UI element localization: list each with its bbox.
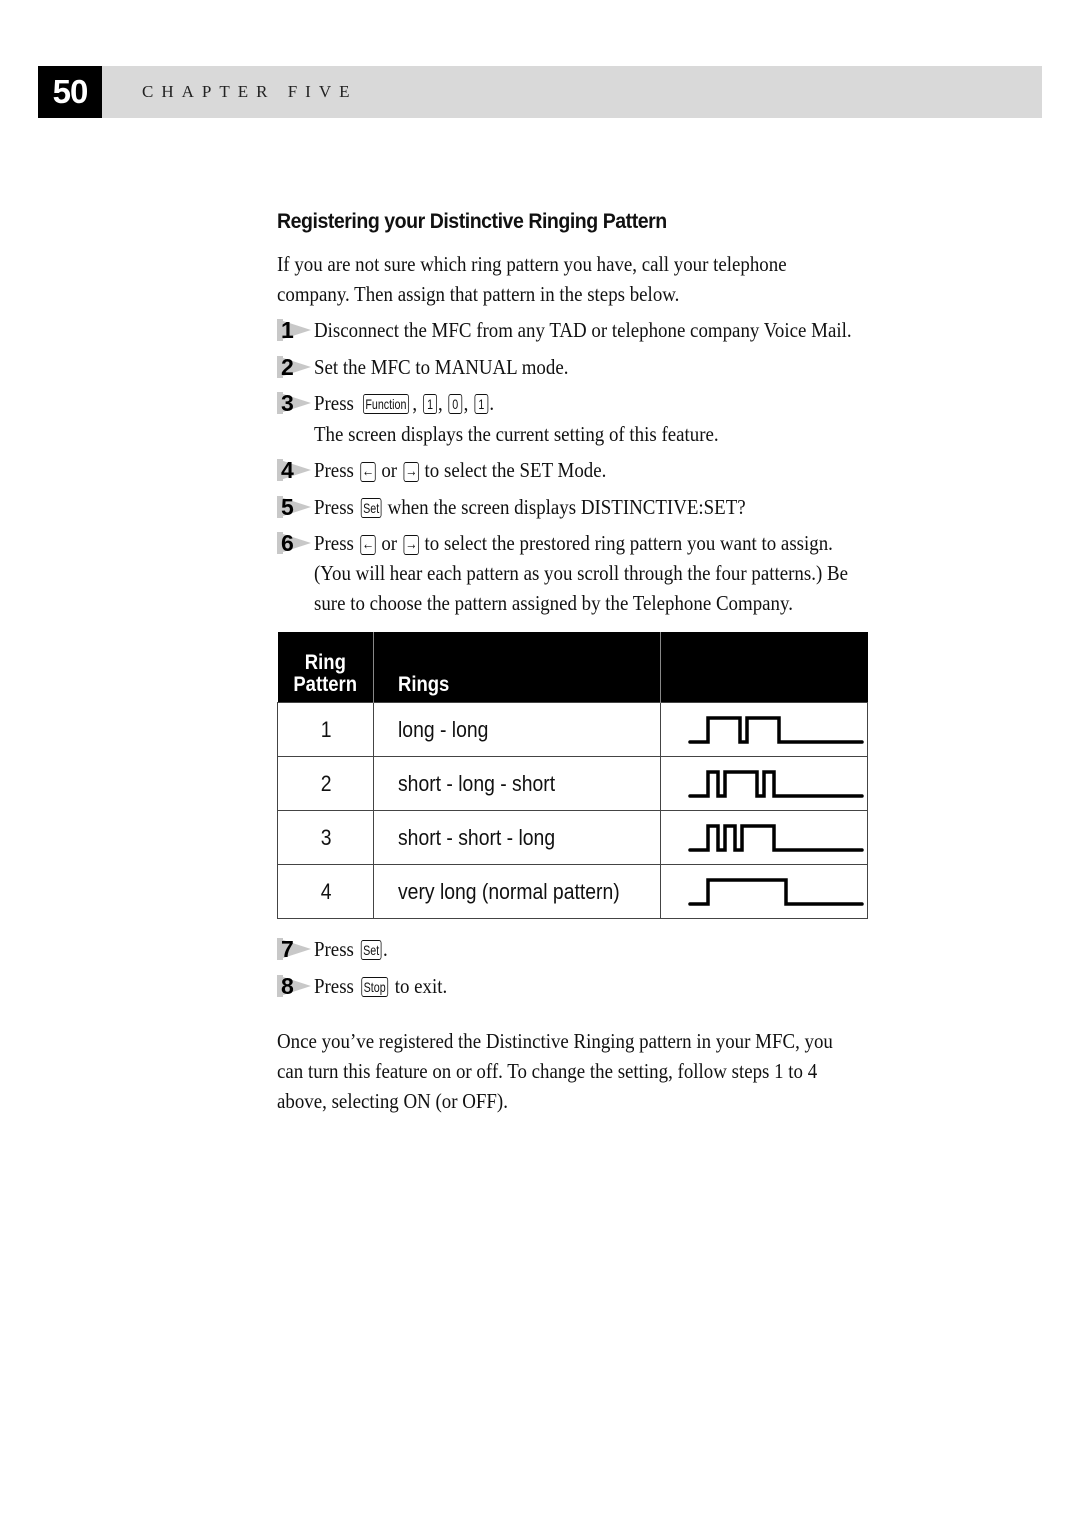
ring-waveform-icon — [688, 823, 864, 852]
section-title: Registering your Distinctive Ringing Pat… — [277, 210, 667, 233]
intro-line-1: If you are not sure which ring pattern y… — [277, 252, 787, 276]
ring-waveform-icon — [688, 877, 864, 906]
step-6-line-2: (You will hear each pattern as you scrol… — [314, 561, 848, 585]
left-arrow-key-icon: ← — [359, 462, 376, 482]
key-1: 1 — [423, 394, 437, 414]
page-number: 50 — [38, 66, 102, 118]
intro-line-2: company. Then assign that pattern in the… — [277, 282, 680, 306]
set-key: Set — [360, 940, 382, 960]
ring-waveform-icon — [688, 769, 864, 798]
step-text: Set the MFC to MANUAL mode. — [314, 355, 569, 379]
ring-pattern-table: Ring Pattern Rings 1 long - long 2 short … — [276, 632, 868, 919]
waveform-cell — [660, 756, 868, 811]
table-row: 3 short - short - long — [276, 810, 868, 865]
table-row: 2 short - long - short — [276, 756, 868, 811]
table-row: 4 very long (normal pattern) — [276, 864, 868, 919]
waveform-line — [688, 877, 864, 906]
step-text: Disconnect the MFC from any TAD or telep… — [314, 318, 852, 342]
step-number-badge: 3 — [277, 388, 311, 418]
chapter-title: CHAPTER FIVE — [142, 82, 358, 101]
pattern-number: 3 — [276, 810, 375, 865]
step-number-badge: 4 — [277, 455, 311, 485]
stop-key: Stop — [360, 977, 388, 997]
step-number-badge: 2 — [277, 352, 311, 382]
step-text: Press Function, 1, 0, 1. — [314, 391, 495, 415]
left-arrow-key-icon: ← — [359, 535, 376, 555]
step-3-note: The screen displays the current setting … — [314, 422, 719, 446]
table-row: 1 long - long — [276, 702, 868, 757]
right-arrow-key-icon: → — [403, 535, 419, 555]
waveform-line — [688, 715, 864, 744]
step-6-line-3: sure to choose the pattern assigned by t… — [314, 591, 793, 615]
step-number-badge: 1 — [277, 315, 311, 345]
closing-line-2: can turn this feature on or off. To chan… — [277, 1059, 818, 1083]
ring-waveform-icon — [688, 715, 864, 744]
step-number-badge: 7 — [277, 934, 311, 964]
table-header-row: Ring Pattern Rings — [277, 632, 868, 703]
key-1: 1 — [474, 394, 489, 414]
function-key: Function — [362, 394, 409, 414]
rings-description: short - short - long — [373, 810, 661, 865]
key-0: 0 — [448, 394, 463, 414]
waveform-cell — [660, 810, 868, 865]
closing-line-3: above, selecting ON (or OFF). — [277, 1089, 508, 1113]
waveform-cell — [660, 864, 868, 919]
pattern-number: 4 — [276, 864, 375, 919]
rings-description: very long (normal pattern) — [373, 864, 661, 919]
step-number-badge: 8 — [277, 971, 311, 1001]
waveform-line — [688, 769, 864, 798]
right-arrow-key-icon: → — [403, 462, 419, 482]
header-ring-pattern: Ring Pattern — [277, 632, 375, 703]
waveform-line — [688, 823, 864, 852]
header-waveform — [660, 632, 868, 703]
set-key: Set — [360, 498, 382, 518]
waveform-cell — [660, 702, 868, 757]
header-rings: Rings — [373, 632, 661, 703]
pattern-number: 1 — [276, 702, 375, 757]
step-number-badge: 5 — [277, 492, 311, 522]
pattern-number: 2 — [276, 756, 375, 811]
step-number-badge: 6 — [277, 528, 311, 558]
rings-description: long - long — [373, 702, 661, 757]
rings-description: short - long - short — [373, 756, 661, 811]
closing-line-1: Once you’ve registered the Distinctive R… — [277, 1029, 833, 1053]
